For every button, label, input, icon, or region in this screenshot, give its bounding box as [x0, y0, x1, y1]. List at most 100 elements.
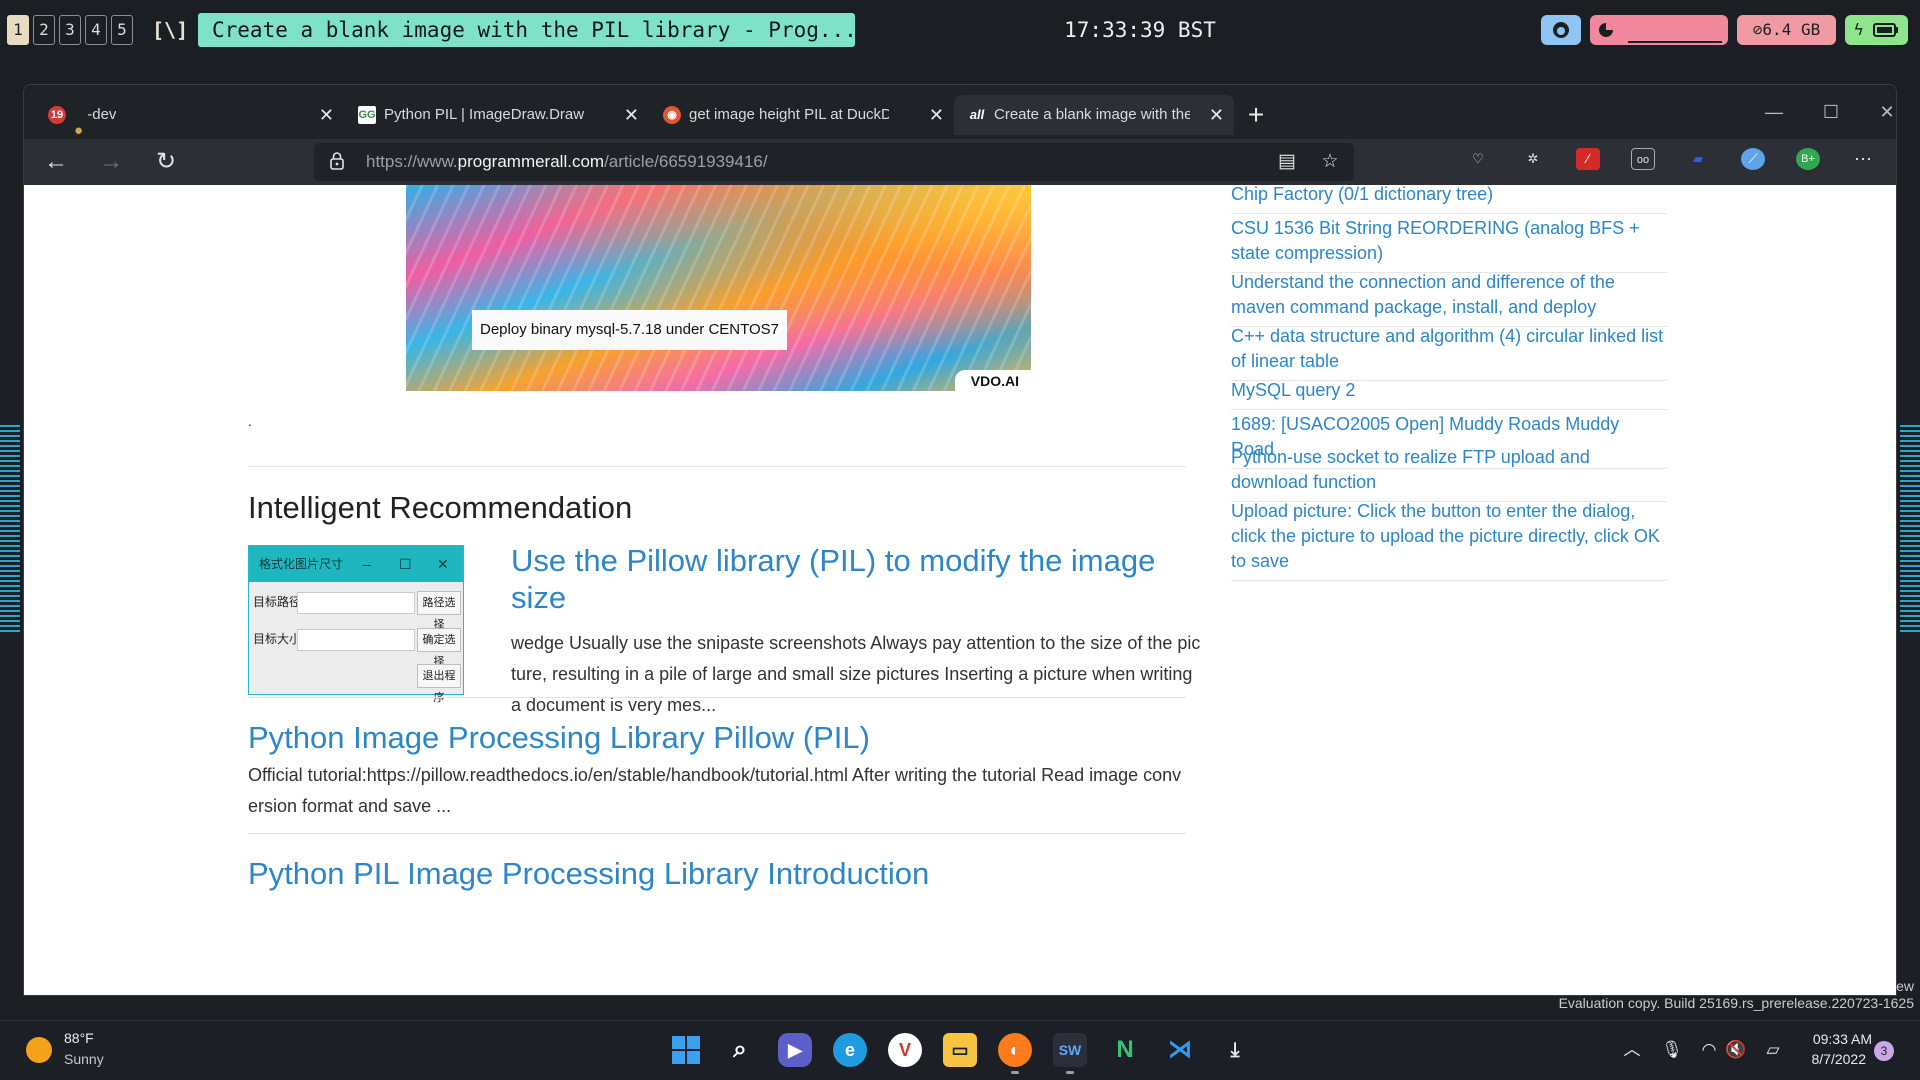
ext-b-plus-icon[interactable]: B+: [1796, 148, 1820, 170]
chat-icon[interactable]: ▶: [778, 1033, 812, 1067]
thumbnail-row-path: 目标路径: 路径选择: [249, 588, 463, 631]
thumbnail-title: 格式化图片尺寸: [259, 557, 344, 571]
tab-dev[interactable]: 19 ● -dev ✕: [34, 95, 344, 135]
workspace-1[interactable]: 1: [7, 15, 29, 45]
taskbar-time[interactable]: 09:33 AM: [1796, 1031, 1872, 1047]
url-prefix: https://www.: [366, 152, 458, 171]
minimize-icon[interactable]: —: [1754, 97, 1794, 127]
pie-chart-icon: [1599, 23, 1613, 37]
ext-red-icon[interactable]: ⁄: [1576, 148, 1600, 170]
thumbnail-titlebar: 格式化图片尺寸 – ☐ ✕: [249, 546, 463, 582]
focused-window-title: Create a blank image with the PIL librar…: [198, 13, 855, 47]
sidebar-link[interactable]: MySQL query 2: [1231, 378, 1667, 410]
close-icon[interactable]: ✕: [1209, 95, 1224, 135]
banner-caption[interactable]: Deploy binary mysql-5.7.18 under CENTOS7: [472, 310, 788, 350]
recommendation-title[interactable]: Python PIL Image Processing Library Intr…: [248, 855, 1188, 892]
microphone-icon[interactable]: 🎙: [1660, 1037, 1684, 1063]
memory-widget[interactable]: ⊘6.4 GB: [1737, 15, 1836, 45]
neovim-icon[interactable]: N: [1108, 1033, 1142, 1067]
url-text: https://www.programmerall.com/article/66…: [366, 143, 768, 181]
running-indicator: [1066, 1071, 1074, 1074]
chevron-up-icon[interactable]: ︿: [1620, 1037, 1644, 1063]
video-ad-banner[interactable]: Deploy binary mysql-5.7.18 under CENTOS7…: [406, 185, 1031, 391]
vscode-icon[interactable]: ⋊: [1163, 1033, 1197, 1067]
recommendation-description: wedge Usually use the snipaste screensho…: [511, 633, 1201, 715]
tab-label: get image height PIL at DuckDuc: [689, 106, 889, 123]
sidebar-link[interactable]: Upload picture: Click the button to ente…: [1231, 499, 1667, 581]
confirm-button: 确定选择: [417, 628, 461, 668]
ext-compass-icon[interactable]: ⟋: [1741, 148, 1765, 170]
maximize-icon[interactable]: ☐: [1811, 97, 1851, 127]
bookmark-star-icon[interactable]: ☆: [1319, 151, 1341, 173]
recommendation-title[interactable]: Use the Pillow library (PIL) to modify t…: [511, 542, 1211, 616]
sidebar-link[interactable]: C++ data structure and algorithm (4) cir…: [1231, 324, 1667, 381]
maximize-icon: ☐: [399, 556, 412, 572]
taskbar-date[interactable]: 8/7/2022: [1796, 1051, 1867, 1067]
close-window-icon[interactable]: ✕: [1867, 97, 1896, 127]
divider: [248, 697, 1186, 698]
size-field: [297, 629, 415, 651]
weather-condition[interactable]: Sunny: [64, 1051, 104, 1067]
duckduckgo-icon: ◉: [663, 106, 681, 124]
cpu-usage-widget[interactable]: [1590, 15, 1728, 45]
close-icon[interactable]: ✕: [319, 95, 334, 135]
update-tool-icon[interactable]: ⤓: [1218, 1033, 1252, 1067]
navigation-bar: ← → ↻ https://www.programmerall.com/arti…: [24, 139, 1896, 185]
notification-badge[interactable]: 3: [1874, 1041, 1894, 1061]
new-tab-button[interactable]: +: [1238, 97, 1274, 133]
volume-muted-icon[interactable]: 🔇: [1725, 1037, 1747, 1063]
tab-programmerall[interactable]: all Create a blank image with the PIL ✕: [954, 95, 1234, 135]
programmerall-icon: all: [969, 107, 985, 122]
sun-icon[interactable]: [26, 1037, 52, 1063]
sidebar-link[interactable]: CSU 1536 Bit String REORDERING (analog B…: [1231, 216, 1667, 273]
search-icon[interactable]: ⌕: [723, 1033, 757, 1067]
edge-icon[interactable]: e: [833, 1033, 867, 1067]
close-icon[interactable]: ✕: [929, 95, 944, 135]
vdo-ai-logo[interactable]: VDO.AI: [954, 370, 1031, 391]
sidebar-link[interactable]: Chip Factory (0/1 dictionary tree): [1231, 185, 1667, 214]
start-icon[interactable]: [669, 1033, 703, 1067]
weather-temperature[interactable]: 88°F: [64, 1030, 94, 1046]
reader-mode-icon[interactable]: ▤: [1276, 151, 1298, 173]
back-icon[interactable]: ←: [38, 145, 74, 179]
close-icon[interactable]: ✕: [624, 95, 639, 135]
reload-icon[interactable]: ↻: [148, 145, 184, 179]
lock-icon[interactable]: [330, 152, 344, 170]
github-icon[interactable]: [1541, 15, 1581, 45]
extensions-icon[interactable]: ✲: [1521, 148, 1545, 170]
sidebar-link[interactable]: Python-use socket to realize FTP upload …: [1231, 445, 1667, 502]
tab-strip: 19 ● -dev ✕ GG Python PIL | ImageDraw.Dr…: [24, 85, 1896, 139]
sw-app-icon[interactable]: SW: [1053, 1033, 1087, 1067]
menu-icon[interactable]: ⋯: [1851, 148, 1875, 170]
bar-clock: 17:33:39 BST: [1064, 18, 1216, 42]
article-thumbnail[interactable]: 格式化图片尺寸 – ☐ ✕ 目标路径: 路径选择 目标大小: 确定选择 退出程序: [248, 545, 464, 704]
forward-icon[interactable]: →: [93, 145, 129, 179]
battery-charging-icon[interactable]: ▱: [1760, 1037, 1786, 1063]
workspace-3[interactable]: 3: [59, 15, 81, 45]
address-bar[interactable]: https://www.programmerall.com/article/66…: [314, 143, 1354, 181]
vivaldi-icon[interactable]: V: [888, 1033, 922, 1067]
layout-indicator[interactable]: [\]: [152, 15, 188, 45]
workspace-2[interactable]: 2: [33, 15, 55, 45]
memory-icon: ⊘: [1752, 20, 1763, 39]
close-icon: ✕: [437, 556, 449, 572]
thumbnail-row-exit: 退出程序: [249, 661, 463, 704]
banner-artwork: [406, 185, 1031, 391]
file-explorer-icon[interactable]: ▭: [943, 1033, 977, 1067]
ext-blue-icon[interactable]: ▰: [1686, 148, 1710, 170]
workspace-4[interactable]: 4: [85, 15, 107, 45]
recommendation-description: Official tutorial:https://pillow.readthe…: [248, 765, 1182, 816]
user-icon: ●: [74, 122, 84, 135]
battery-widget[interactable]: ϟ: [1845, 15, 1908, 45]
firefox-icon[interactable]: ◐: [998, 1033, 1032, 1067]
pocket-icon[interactable]: ♡: [1466, 148, 1490, 170]
wifi-icon[interactable]: ◠: [1698, 1037, 1720, 1063]
ext-glasses-icon[interactable]: oo: [1631, 148, 1655, 170]
tab-gfg[interactable]: GG Python PIL | ImageDraw.Draw.pol ✕: [344, 95, 649, 135]
recommendation-title[interactable]: Python Image Processing Library Pillow (…: [248, 719, 1188, 756]
tab-duckduckgo[interactable]: ◉ get image height PIL at DuckDuc ✕: [649, 95, 954, 135]
sidebar-link[interactable]: Understand the connection and difference…: [1231, 270, 1667, 327]
workspace-5[interactable]: 5: [111, 15, 133, 45]
profile-icon: 19: [48, 106, 66, 124]
exit-button: 退出程序: [417, 664, 461, 704]
